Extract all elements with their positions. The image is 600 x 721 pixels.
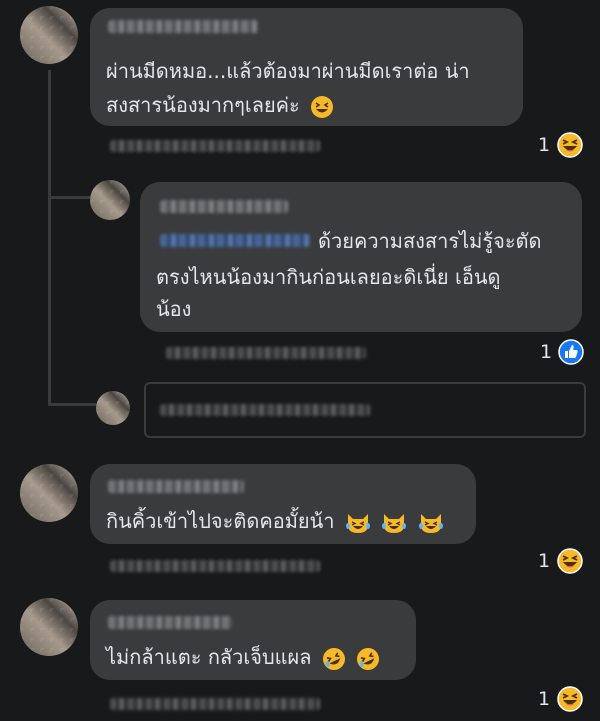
comment-actions[interactable] <box>110 698 320 710</box>
reaction-count-number: 1 <box>540 341 553 363</box>
comment-text-line: ด้วยความสงสารไม่รู้จะตัด <box>318 229 542 253</box>
laughing-emoji-icon <box>557 132 583 158</box>
comment-bubble: ไม่กล้าแตะ กลัวเจ็บแผล <box>90 600 416 680</box>
comment-text-line: ตรงไหนน้องมากินก่อนเลยอะดิเนี่ย เอ็นดู <box>156 265 501 289</box>
reaction-count[interactable]: 1 <box>538 685 584 713</box>
avatar[interactable] <box>20 464 78 522</box>
mention-tag[interactable] <box>160 234 310 247</box>
cat-tears-of-joy-icon <box>382 513 407 533</box>
commenter-name[interactable] <box>108 20 258 33</box>
comment-text-line: ผ่านมีดหมอ...แล้วต้องมาผ่านมีดเราต่อ น่า <box>106 59 470 83</box>
reaction-count[interactable]: 1 <box>540 339 584 365</box>
comment-text-line: ไม่กล้าแตะ กลัวเจ็บแผล <box>106 638 380 676</box>
comment-actions[interactable] <box>166 347 366 359</box>
comment-actions[interactable] <box>110 560 320 572</box>
rolling-on-floor-laughing-icon <box>322 647 345 670</box>
thread-line <box>48 70 51 405</box>
comment-bubble: ด้วยความสงสารไม่รู้จะตัด ตรงไหนน้องมากิน… <box>140 182 582 332</box>
reaction-count[interactable]: 1 <box>538 131 584 159</box>
thread-connector <box>48 196 90 199</box>
rolling-on-floor-laughing-icon <box>357 647 380 670</box>
avatar[interactable] <box>20 598 78 656</box>
thread-connector <box>48 403 96 406</box>
laughing-emoji-icon <box>557 548 583 574</box>
comment-text: สงสารน้องมากๆเลยค่ะ <box>106 93 300 117</box>
reaction-count-number: 1 <box>538 134 551 156</box>
comment-bubble: ผ่านมีดหมอ...แล้วต้องมาผ่านมีดเราต่อ น่า… <box>90 8 523 126</box>
reaction-count-number: 1 <box>538 550 551 572</box>
comment-text-line: น้อง <box>156 297 192 321</box>
reaction-count[interactable]: 1 <box>538 547 584 575</box>
comment-text-line: กินคิ้วเข้าไปจะติดคอมั้ยน้า <box>106 502 444 540</box>
avatar[interactable] <box>90 180 130 220</box>
grinning-squint-face-icon <box>311 95 334 118</box>
comment-text: กินคิ้วเข้าไปจะติดคอมั้ยน้า <box>106 509 335 533</box>
comment-actions[interactable] <box>110 140 320 152</box>
cat-tears-of-joy-icon <box>418 513 443 533</box>
avatar[interactable] <box>20 6 78 64</box>
laughing-emoji-icon <box>557 686 583 712</box>
comment-bubble: กินคิ้วเข้าไปจะติดคอมั้ยน้า <box>90 464 476 544</box>
reply-input[interactable] <box>144 382 586 438</box>
reply-input-placeholder <box>160 404 370 416</box>
cat-tears-of-joy-icon <box>345 513 370 533</box>
commenter-name[interactable] <box>160 200 288 213</box>
comment-text: ไม่กล้าแตะ กลัวเจ็บแผล <box>106 645 312 669</box>
avatar <box>96 391 130 425</box>
comment-text-line: สงสารน้องมากๆเลยค่ะ <box>106 86 334 124</box>
like-icon <box>558 339 584 365</box>
commenter-name[interactable] <box>108 616 232 629</box>
reaction-count-number: 1 <box>538 688 551 710</box>
commenter-name[interactable] <box>108 480 244 493</box>
